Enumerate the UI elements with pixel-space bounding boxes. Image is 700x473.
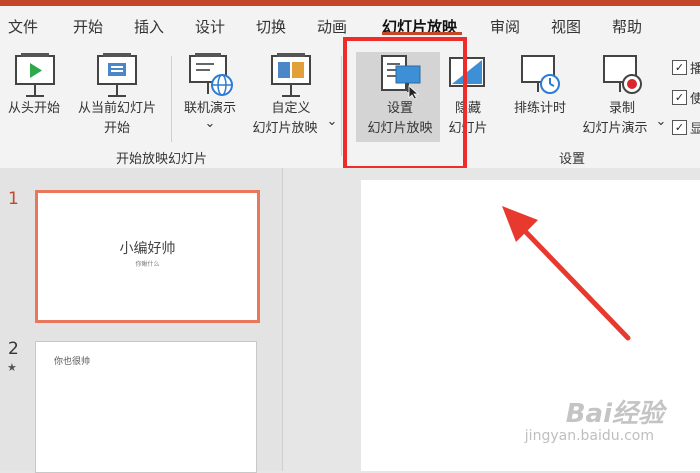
custom-slideshow-button[interactable] [266, 52, 316, 98]
from-beginning-label[interactable]: 从头开始 [3, 97, 65, 116]
tab-design[interactable]: 设计 [195, 16, 225, 37]
tab-insert[interactable]: 插入 [134, 16, 164, 37]
play-from-current-icon [97, 53, 137, 97]
checkbox-label: 使 [690, 92, 700, 107]
tab-file[interactable]: 文件 [8, 16, 38, 37]
custom-slideshow-icon [271, 53, 311, 97]
ribbon-divider [171, 56, 172, 142]
tab-review[interactable]: 审阅 [490, 16, 520, 37]
animation-star-icon: ★ [7, 361, 17, 374]
chevron-down-icon[interactable]: ⌄ [325, 114, 339, 129]
highlight-box [343, 37, 467, 170]
slide-thumbnail-2[interactable]: 你也很帅 [35, 341, 257, 473]
from-current-label-line2[interactable]: 开始 [68, 117, 166, 136]
group-label-setup: 设置 [559, 152, 586, 167]
checkbox-play-narrations[interactable]: ✓ [672, 60, 687, 75]
from-current-slide-button[interactable] [92, 52, 142, 98]
custom-slideshow-label-line2[interactable]: 幻灯片放映 [244, 117, 326, 136]
group-label-start-slideshow: 开始放映幻灯片 [116, 152, 208, 167]
checkbox-label: 播 [690, 62, 700, 77]
online-present-button[interactable] [186, 52, 236, 98]
from-current-label-line1[interactable]: 从当前幻灯片 [68, 97, 166, 116]
slide-number: 2 [8, 339, 19, 359]
annotation-arrow [502, 206, 631, 341]
checkbox-use-timings[interactable]: ✓ [672, 90, 687, 105]
checkbox-show-media-controls[interactable]: ✓ [672, 120, 687, 135]
stopwatch-icon [521, 55, 560, 94]
chevron-down-icon[interactable]: ⌄ [655, 114, 667, 129]
record-slideshow-label-line1[interactable]: 录制 [598, 97, 646, 116]
tab-view[interactable]: 视图 [551, 16, 581, 37]
ribbon-group-divider [341, 56, 342, 156]
rehearse-timings-button[interactable] [516, 52, 564, 98]
play-from-start-icon [15, 53, 55, 97]
from-beginning-button[interactable] [10, 52, 60, 98]
tab-home[interactable]: 开始 [73, 16, 103, 37]
record-slideshow-button[interactable] [598, 52, 646, 98]
tab-transitions[interactable]: 切换 [256, 16, 286, 37]
tab-animations[interactable]: 动画 [317, 16, 347, 37]
online-present-icon [189, 53, 233, 96]
watermark-brand: Bai经验 [565, 399, 664, 429]
chevron-down-icon[interactable]: ⌄ [200, 116, 220, 131]
rehearse-timings-label[interactable]: 排练计时 [506, 97, 574, 116]
online-present-label[interactable]: 联机演示 [176, 97, 244, 116]
slide-text: 你也很帅 [54, 357, 91, 367]
tab-help[interactable]: 帮助 [612, 16, 642, 37]
slide-thumbnail-1[interactable]: 小编好帅 你瞅什么 [35, 190, 260, 323]
record-slideshow-label-line2[interactable]: 幻灯片演示 [574, 117, 656, 136]
custom-slideshow-label-line1[interactable]: 自定义 [256, 97, 326, 116]
checkbox-label: 显 [690, 122, 700, 137]
record-icon [603, 55, 642, 94]
watermark-url: jingyan.baidu.com [524, 428, 654, 444]
slide-title: 小编好帅 [119, 241, 176, 257]
slide-number: 1 [8, 189, 19, 209]
slide-subtitle: 你瞅什么 [135, 261, 160, 268]
active-tab-indicator [382, 32, 462, 35]
